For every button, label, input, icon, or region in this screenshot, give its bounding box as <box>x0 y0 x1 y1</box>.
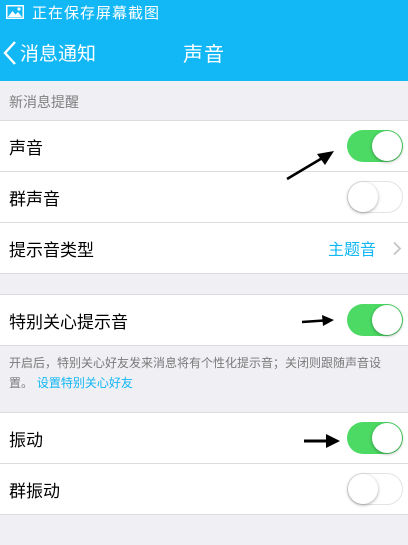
sound-toggle[interactable] <box>347 130 403 162</box>
toggle-knob <box>372 131 402 161</box>
vibrate-toggle[interactable] <box>347 422 403 454</box>
row-tone-type[interactable]: 提示音类型 主题音 <box>0 223 408 273</box>
group-vibrate-toggle[interactable] <box>347 473 403 505</box>
divider <box>0 273 408 274</box>
divider <box>0 514 408 515</box>
chevron-right-icon <box>393 241 402 256</box>
toggle-knob <box>372 305 402 335</box>
image-icon <box>6 5 24 19</box>
top-bar: 正在保存屏幕截图 消息通知 声音 <box>0 0 408 81</box>
toggle-knob <box>372 423 402 453</box>
row-label: 提示音类型 <box>9 240 94 261</box>
toggle-knob <box>348 474 378 504</box>
row-label: 声音 <box>9 138 43 159</box>
special-friends-link[interactable]: 设置特别关心好友 <box>37 376 133 390</box>
status-bar: 正在保存屏幕截图 <box>0 0 408 24</box>
row-label: 特别关心提示音 <box>9 312 128 333</box>
special-tone-toggle[interactable] <box>347 304 403 336</box>
divider <box>0 345 408 346</box>
toggle-knob <box>348 182 378 212</box>
back-label: 消息通知 <box>20 43 97 65</box>
group-sound-toggle[interactable] <box>347 181 403 213</box>
row-label: 群声音 <box>9 189 60 210</box>
tone-type-value: 主题音 <box>327 240 376 259</box>
special-tone-note: 开启后，特别关心好友发来消息将有个性化提示音；关闭则跟随声音设置。 设置特别关心… <box>9 353 401 393</box>
row-special-tone: 特别关心提示音 <box>0 295 408 345</box>
status-text: 正在保存屏幕截图 <box>32 3 161 22</box>
section-header: 新消息提醒 <box>9 95 79 111</box>
nav-bar: 消息通知 声音 <box>0 24 408 81</box>
row-group-sound: 群声音 <box>0 172 408 222</box>
chevron-left-icon <box>3 40 16 65</box>
row-group-vibrate: 群振动 <box>0 464 408 514</box>
row-label: 振动 <box>9 430 43 451</box>
row-label: 群振动 <box>9 481 60 502</box>
back-button[interactable]: 消息通知 <box>0 24 96 81</box>
row-sound: 声音 <box>0 121 408 171</box>
row-vibrate: 振动 <box>0 413 408 463</box>
